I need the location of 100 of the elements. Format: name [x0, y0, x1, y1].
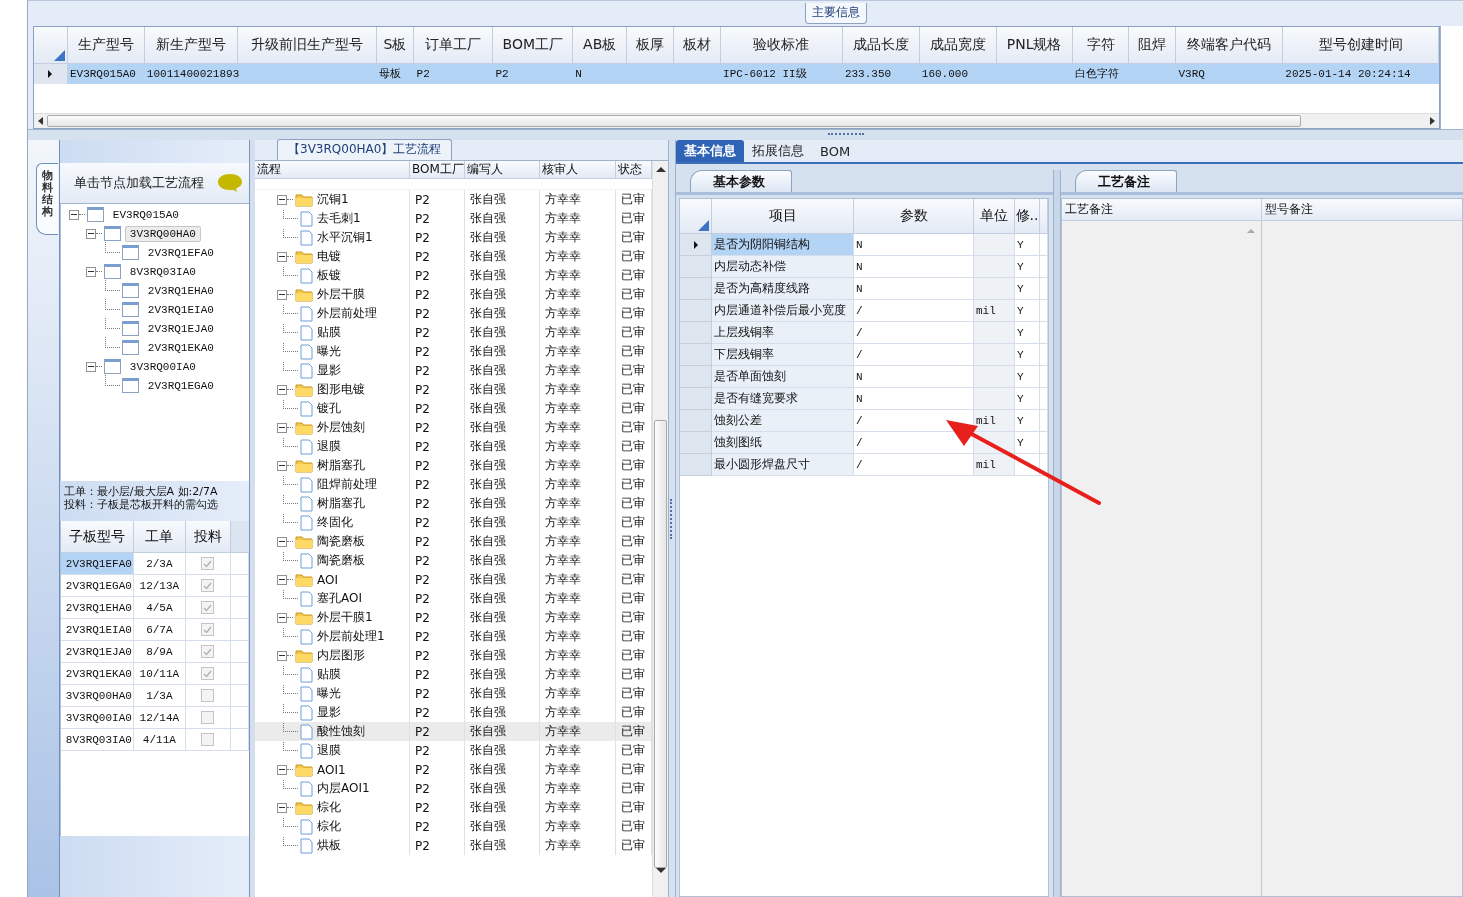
process-step[interactable]: 外层蚀刻 — [317, 419, 365, 436]
collapse-icon[interactable] — [277, 802, 287, 813]
tree-node[interactable]: 3V3RQ00HA0 — [124, 225, 201, 242]
splitter-bar[interactable] — [1053, 170, 1061, 897]
column-header[interactable]: 子板型号 — [60, 521, 134, 553]
checkbox[interactable] — [201, 689, 215, 702]
collapse-icon[interactable] — [277, 460, 287, 471]
process-step[interactable]: 退膜 — [317, 742, 341, 759]
tab[interactable]: 基本信息 — [676, 140, 744, 162]
process-step[interactable]: 沉铜1 — [317, 191, 349, 208]
column-header[interactable]: 板材 — [674, 26, 722, 64]
column-header[interactable]: BOM工厂 — [493, 26, 574, 64]
checkbox[interactable] — [201, 711, 215, 724]
tab[interactable]: 拓展信息 — [744, 140, 812, 162]
process-step[interactable]: 塞孔AOI — [317, 590, 362, 607]
tree-node[interactable]: 2V3RQ1EGA0 — [142, 377, 219, 394]
tree-node[interactable]: 3V3RQ00IA0 — [124, 358, 201, 375]
column-header[interactable]: 成品长度 — [842, 26, 920, 64]
collapse-icon[interactable] — [277, 422, 287, 433]
column-header[interactable]: 板厚 — [627, 26, 675, 64]
process-step[interactable]: 板镀 — [317, 267, 341, 284]
process-step[interactable]: 终固化 — [317, 514, 353, 531]
process-step[interactable]: 外层前处理 — [317, 305, 377, 322]
process-step[interactable]: 显影 — [317, 704, 341, 721]
column-header[interactable]: 参数 — [854, 199, 974, 234]
column-header[interactable]: 投料 — [185, 521, 231, 553]
process-step[interactable]: 曝光 — [317, 685, 341, 702]
process-step[interactable]: 棕化 — [317, 818, 341, 835]
tab[interactable]: 基本参数 — [690, 170, 792, 192]
collapse-icon[interactable] — [277, 251, 287, 262]
process-step[interactable]: AOI — [317, 572, 338, 587]
vertical-scrollbar[interactable] — [652, 161, 668, 897]
process-step[interactable]: 水平沉铜1 — [317, 229, 373, 246]
process-step[interactable]: 陶瓷磨板 — [317, 533, 365, 550]
column-header[interactable]: 工艺备注 — [1062, 199, 1262, 221]
process-step[interactable]: 显影 — [317, 362, 341, 379]
process-step[interactable]: 陶瓷磨板 — [317, 552, 365, 569]
process-step[interactable]: 阻焊前处理 — [317, 476, 377, 493]
process-step[interactable]: 烘板 — [317, 837, 341, 854]
checkbox[interactable] — [201, 557, 215, 570]
tab[interactable]: 工艺备注 — [1075, 170, 1177, 192]
horizontal-scrollbar[interactable] — [34, 113, 1439, 128]
side-tab[interactable]: 物料结构 — [36, 163, 58, 235]
collapse-icon[interactable] — [277, 194, 287, 205]
process-step[interactable]: 外层干膜 — [317, 286, 365, 303]
collapse-icon[interactable] — [85, 228, 96, 239]
column-header[interactable]: PNL规格 — [996, 26, 1073, 64]
process-step[interactable]: 外层前处理1 — [317, 628, 385, 645]
splitter-handle[interactable] — [670, 498, 674, 539]
collapse-icon[interactable] — [68, 209, 79, 220]
column-header[interactable]: 升级前旧生产型号 — [237, 26, 377, 64]
process-step[interactable]: 棕化 — [317, 799, 341, 816]
process-step[interactable]: 电镀 — [317, 248, 341, 265]
column-header[interactable]: 编写人 — [465, 161, 540, 179]
column-header[interactable]: 订单工厂 — [414, 26, 494, 64]
collapse-icon[interactable] — [277, 650, 287, 661]
process-step[interactable]: 内层图形 — [317, 647, 365, 664]
checkbox[interactable] — [201, 601, 215, 614]
speech-bubble-icon[interactable] — [217, 173, 243, 193]
collapse-icon[interactable] — [277, 384, 287, 395]
column-header[interactable]: AB板 — [573, 26, 628, 64]
collapse-icon[interactable] — [277, 764, 287, 775]
column-header[interactable]: 型号创建时间 — [1283, 26, 1440, 64]
process-step[interactable]: AOI1 — [317, 762, 346, 777]
column-header[interactable]: 终端客户代码 — [1176, 26, 1284, 64]
column-header[interactable]: BOM工厂 — [410, 161, 465, 179]
column-header[interactable]: 生产型号 — [67, 26, 145, 64]
splitter-handle[interactable] — [827, 132, 864, 138]
process-step[interactable]: 贴膜 — [317, 666, 341, 683]
scroll-up-icon[interactable] — [1247, 229, 1255, 233]
column-header[interactable]: 验收标准 — [721, 26, 843, 64]
checkbox[interactable] — [201, 623, 215, 636]
column-header[interactable]: 型号备注 — [1262, 199, 1462, 221]
tab[interactable]: BOM — [812, 140, 859, 162]
process-step[interactable]: 曝光 — [317, 343, 341, 360]
collapse-icon[interactable] — [277, 574, 287, 585]
column-header[interactable]: 新生产型号 — [144, 26, 238, 64]
checkbox[interactable] — [201, 645, 215, 658]
checkbox[interactable] — [201, 579, 215, 592]
collapse-icon[interactable] — [277, 612, 287, 623]
tree-node[interactable]: 2V3RQ1EKA0 — [142, 339, 219, 356]
row-header[interactable] — [680, 234, 712, 256]
column-header[interactable]: 阻焊 — [1129, 26, 1177, 64]
collapse-icon[interactable] — [277, 289, 287, 300]
process-step[interactable]: 贴膜 — [317, 324, 341, 341]
collapse-icon[interactable] — [277, 536, 287, 547]
tree-node[interactable]: 2V3RQ1EFA0 — [142, 244, 219, 261]
checkbox[interactable] — [201, 667, 215, 680]
process-step[interactable]: 退膜 — [317, 438, 341, 455]
collapse-icon[interactable] — [85, 266, 96, 277]
process-step[interactable]: 树脂塞孔 — [317, 457, 365, 474]
column-header[interactable]: 字符 — [1072, 26, 1130, 64]
tree-node[interactable]: 2V3RQ1EIA0 — [142, 301, 219, 318]
collapse-icon[interactable] — [85, 361, 96, 372]
column-header[interactable]: 工单 — [133, 521, 186, 553]
process-step[interactable]: 外层干膜1 — [317, 609, 373, 626]
column-header[interactable]: 核审人 — [540, 161, 616, 179]
process-step[interactable]: 树脂塞孔 — [317, 495, 365, 512]
tree-node[interactable]: 8V3RQ03IA0 — [124, 263, 201, 280]
process-step[interactable]: 图形电镀 — [317, 381, 365, 398]
